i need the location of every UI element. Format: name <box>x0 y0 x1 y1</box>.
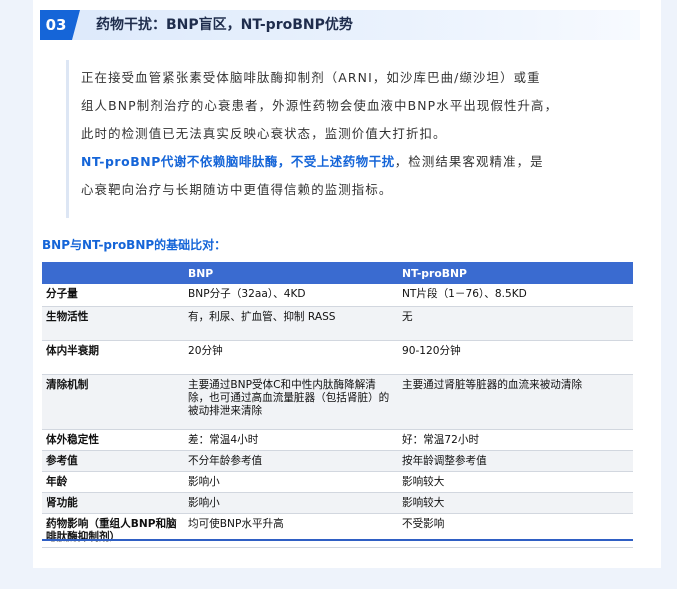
table-header-cell: NT-proBNP <box>398 262 633 284</box>
intro-line-3: 此时的检测值已无法真实反映心衰状态，监测价值大打折扣。 <box>81 126 447 141</box>
table-header-row: BNP NT-proBNP <box>42 262 633 284</box>
table-row: 体外稳定性 差：常温4小时 好：常温72小时 <box>42 429 633 451</box>
section-number-badge: 03 <box>40 10 72 40</box>
intro-highlight: NT-proBNP代谢不依赖脑啡肽酶，不受上述药物干扰 <box>81 154 395 169</box>
table-cell-bnp: 影响小 <box>184 471 398 493</box>
table-cell-ntprobnp: 不受影响 <box>398 513 633 548</box>
table-cell-key: 参考值 <box>42 450 184 472</box>
table-cell-bnp: 均可使BNP水平升高 <box>184 513 398 548</box>
table-cell-ntprobnp: 影响较大 <box>398 492 633 514</box>
comparison-title: BNP与NT-proBNP的基础比对： <box>42 238 227 252</box>
table-cell-ntprobnp: NT片段（1－76）、8.5KD <box>398 284 633 307</box>
table-cell-bnp: 不分年龄参考值 <box>184 450 398 472</box>
table-cell-key: 生物活性 <box>42 306 184 341</box>
table-cell-bnp: 差：常温4小时 <box>184 429 398 451</box>
table-cell-ntprobnp: 90-120分钟 <box>398 340 633 375</box>
table-cell-key: 体外稳定性 <box>42 429 184 451</box>
table-cell-bnp: 20分钟 <box>184 340 398 375</box>
table-cell-ntprobnp: 主要通过肾脏等脏器的血流来被动清除 <box>398 374 633 430</box>
table-cell-ntprobnp: 按年龄调整参考值 <box>398 450 633 472</box>
table-cell-key: 分子量 <box>42 284 184 307</box>
table-row: 体内半衰期 20分钟 90-120分钟 <box>42 340 633 375</box>
table-bottom-rule <box>42 539 633 541</box>
table-row: 肾功能 影响小 影响较大 <box>42 492 633 514</box>
table-cell-ntprobnp: 影响较大 <box>398 471 633 493</box>
table-cell-key: 体内半衰期 <box>42 340 184 375</box>
table-cell-key: 肾功能 <box>42 492 184 514</box>
intro-paragraph: 正在接受血管紧张素受体脑啡肽酶抑制剂（ARNI，如沙库巴曲/缬沙坦）或重 组人B… <box>66 60 636 218</box>
table-cell-bnp: BNP分子（32aa）、4KD <box>184 284 398 307</box>
intro-line-2: 组人BNP制剂治疗的心衰患者，外源性药物会使血液中BNP水平出现假性升高， <box>81 98 559 113</box>
table-cell-bnp: 有，利尿、扩血管、抑制 RASS <box>184 306 398 341</box>
table-cell-ntprobnp: 无 <box>398 306 633 341</box>
table-row: 年龄 影响小 影响较大 <box>42 471 633 493</box>
table-cell-key: 清除机制 <box>42 374 184 430</box>
table-cell-bnp: 影响小 <box>184 492 398 514</box>
table-row: 药物影响（重组人BNP和脑啡肽酶抑制剂） 均可使BNP水平升高 不受影响 <box>42 513 633 548</box>
table-header-cell <box>42 262 184 284</box>
section-title: 药物干扰：BNP盲区，NT-proBNP优势 <box>96 17 353 33</box>
table-header-cell: BNP <box>184 262 398 284</box>
intro-line-1: 正在接受血管紧张素受体脑啡肽酶抑制剂（ARNI，如沙库巴曲/缬沙坦）或重 <box>81 70 541 85</box>
table-cell-key: 年龄 <box>42 471 184 493</box>
table-row: 分子量 BNP分子（32aa）、4KD NT片段（1－76）、8.5KD <box>42 284 633 307</box>
table-row: 清除机制 主要通过BNP受体C和中性内肽酶降解清除，也可通过高血流量脏器（包括肾… <box>42 374 633 430</box>
table-row: 参考值 不分年龄参考值 按年龄调整参考值 <box>42 450 633 472</box>
table-cell-bnp: 主要通过BNP受体C和中性内肽酶降解清除，也可通过高血流量脏器（包括肾脏）的被动… <box>184 374 398 430</box>
intro-line-5: 心衰靶向治疗与长期随访中更值得信赖的监测指标。 <box>81 182 393 197</box>
table-cell-key: 药物影响（重组人BNP和脑啡肽酶抑制剂） <box>42 513 184 548</box>
comparison-table: BNP NT-proBNP 分子量 BNP分子（32aa）、4KD NT片段（1… <box>42 262 633 548</box>
intro-line-4: NT-proBNP代谢不依赖脑啡肽酶，不受上述药物干扰，检测结果客观精准，是 <box>81 148 641 176</box>
table-row: 生物活性 有，利尿、扩血管、抑制 RASS 无 <box>42 306 633 341</box>
section-number-slant <box>72 10 80 40</box>
intro-line-4-rest: ，检测结果客观精准，是 <box>394 154 544 169</box>
table-cell-ntprobnp: 好：常温72小时 <box>398 429 633 451</box>
